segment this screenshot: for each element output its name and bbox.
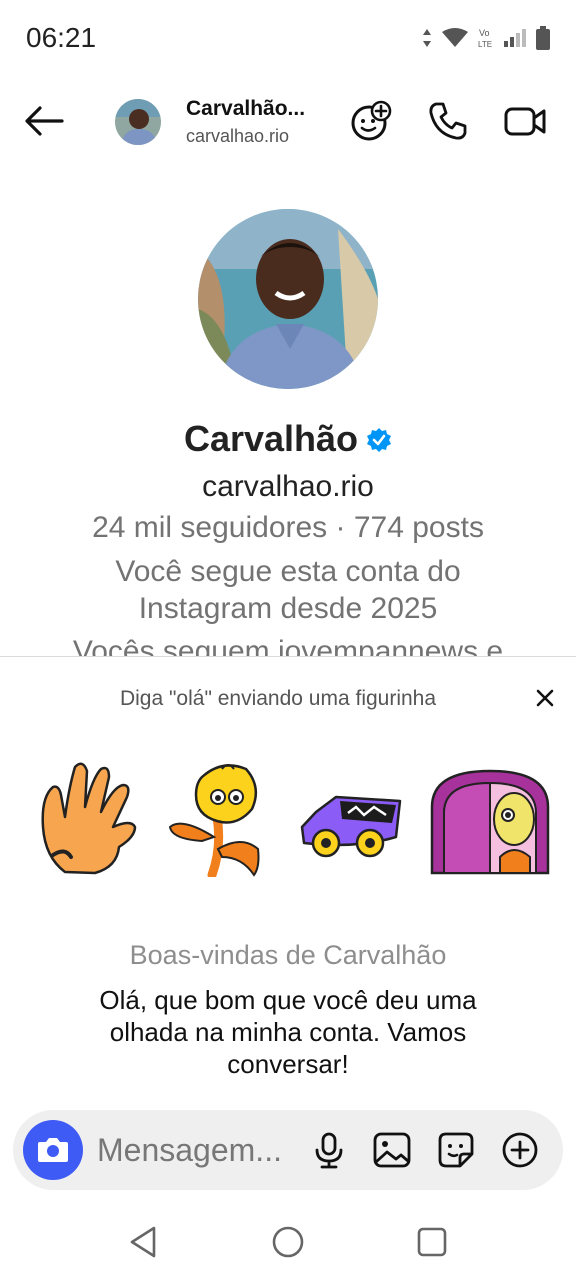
svg-text:LTE: LTE — [478, 40, 492, 49]
chat-header: Carvalhão... carvalhao.rio — [0, 85, 576, 159]
verified-badge-icon — [366, 420, 392, 462]
wifi-icon — [442, 28, 468, 47]
welcome-title: Boas-vindas de Carvalhão — [129, 940, 447, 970]
header-handle[interactable]: carvalhao.rio — [186, 126, 289, 147]
message-composer — [13, 1110, 563, 1190]
battery-icon — [536, 26, 550, 50]
status-bar: 06:21 Vo LTE — [0, 0, 576, 80]
sticker-icon — [438, 1132, 474, 1168]
back-button[interactable] — [22, 99, 66, 143]
profile-mutual-text: Vocês seguem jovempannews e — [72, 635, 504, 656]
voice-call-button[interactable] — [426, 99, 470, 143]
microphone-icon — [315, 1132, 343, 1169]
nav-recents-button[interactable] — [412, 1222, 452, 1262]
close-sticker-panel-button[interactable] — [530, 683, 560, 713]
navigation-bar — [0, 1200, 576, 1280]
profile-avatar[interactable] — [198, 209, 378, 389]
profile-handle: carvalhao.rio — [202, 470, 374, 503]
add-people-button[interactable] — [349, 99, 393, 143]
video-call-button[interactable] — [503, 99, 547, 143]
sticker-prompt: Diga "olá" enviando uma figurinha — [119, 687, 437, 710]
circle-home-icon — [272, 1226, 304, 1258]
sticker-button[interactable] — [436, 1130, 476, 1170]
profile-name: Carvalhão — [0, 418, 576, 462]
flower-character-sticker[interactable] — [162, 757, 272, 880]
camera-icon — [38, 1138, 68, 1162]
svg-text:Vo: Vo — [479, 28, 490, 38]
add-button[interactable] — [500, 1130, 540, 1170]
welcome-message: Olá, que bom que você deu uma olhada na … — [99, 985, 477, 1079]
profile-follow-info: Você segue esta conta do Instagram desde… — [115, 555, 461, 625]
purple-car-sticker[interactable] — [296, 757, 406, 877]
camera-button[interactable] — [23, 1120, 83, 1180]
window-character-sticker[interactable] — [430, 757, 550, 877]
volte-icon: Vo LTE — [478, 28, 492, 49]
status-time: 06:21 — [26, 22, 97, 53]
nav-back-button[interactable] — [124, 1222, 164, 1262]
waving-hand-sticker[interactable] — [35, 757, 145, 877]
video-camera-icon — [504, 107, 546, 136]
arrow-left-icon — [25, 106, 64, 136]
signal-icon — [504, 29, 526, 47]
status-icons: Vo LTE — [422, 26, 550, 50]
message-input[interactable] — [97, 1128, 302, 1172]
profile-stats: 24 mil seguidores · 774 posts — [92, 511, 484, 544]
gallery-button[interactable] — [372, 1130, 412, 1170]
square-recents-icon — [417, 1227, 447, 1257]
data-arrows-icon — [423, 29, 431, 47]
header-name[interactable]: Carvalhão... — [186, 97, 305, 121]
smiley-plus-icon — [351, 100, 392, 141]
microphone-button[interactable] — [309, 1130, 349, 1170]
plus-circle-icon — [502, 1132, 538, 1168]
profile-name-text: Carvalhão — [183, 418, 359, 459]
phone-icon — [429, 102, 467, 140]
header-avatar[interactable] — [115, 99, 161, 145]
nav-home-button[interactable] — [268, 1222, 308, 1262]
image-icon — [373, 1132, 411, 1168]
profile-mutual-followers: Vocês seguem jovempannews e — [0, 633, 576, 656]
close-icon — [536, 689, 554, 707]
triangle-back-icon — [130, 1226, 156, 1258]
